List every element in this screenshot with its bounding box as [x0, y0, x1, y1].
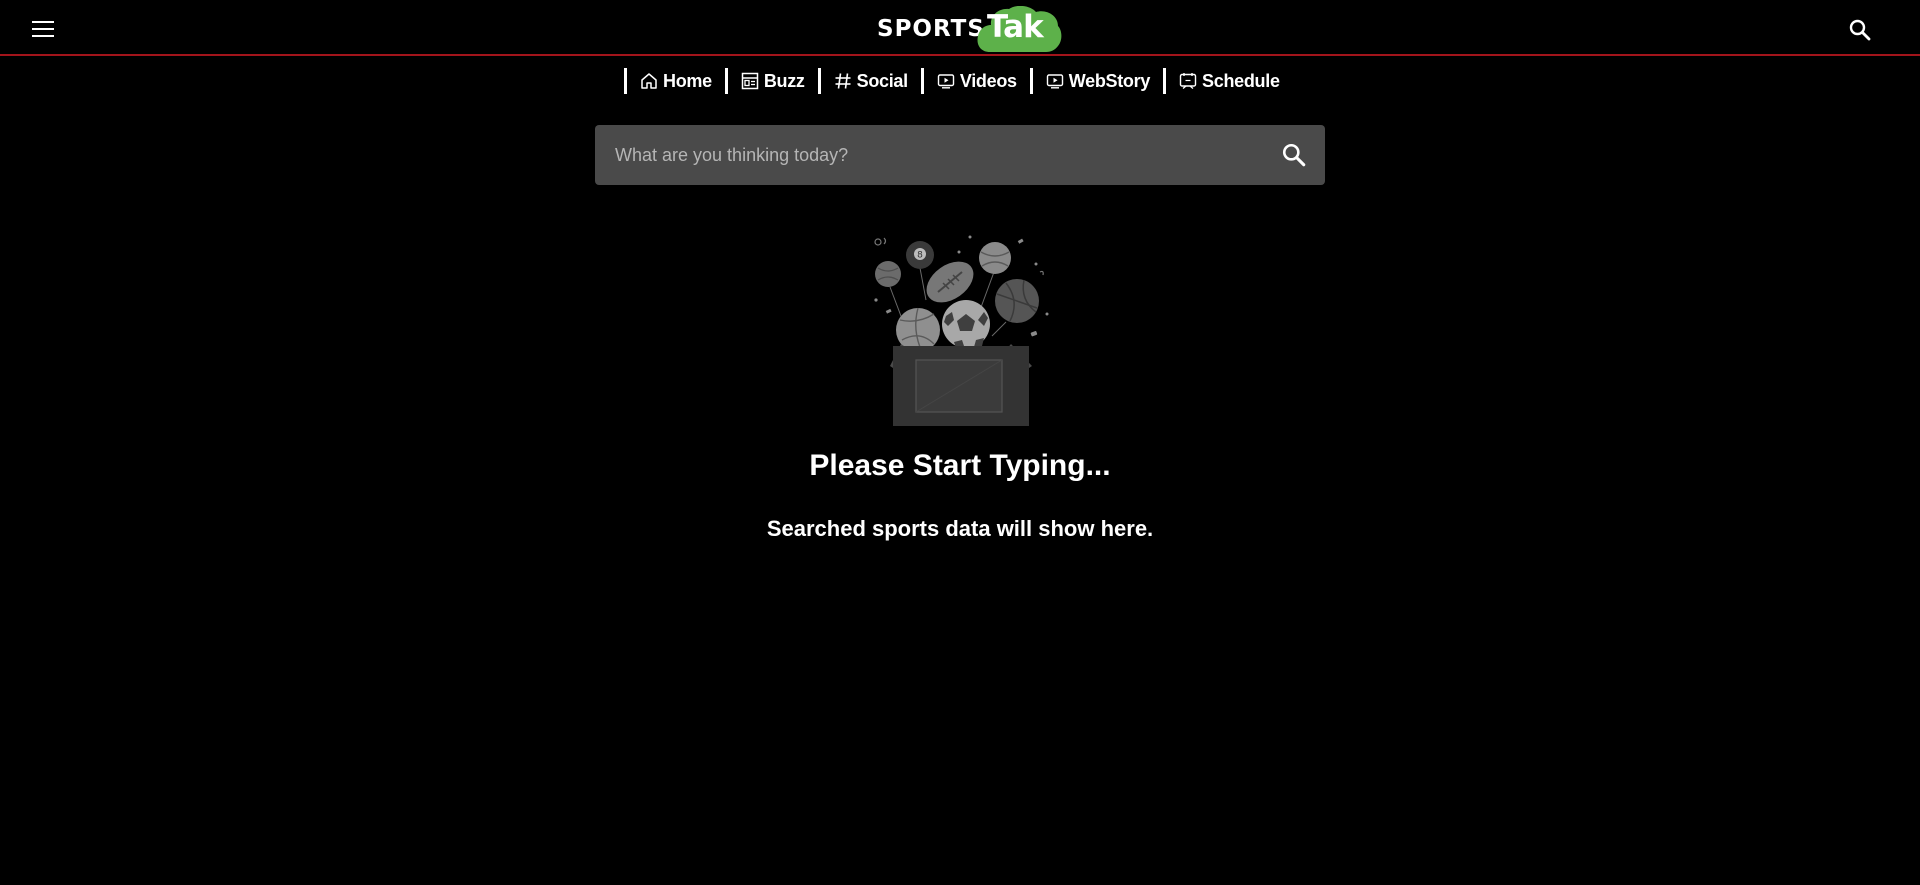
empty-state-title: Please Start Typing... — [809, 449, 1111, 482]
logo-text-sports: SPORTS — [877, 16, 985, 42]
nav-item-buzz[interactable]: Buzz — [741, 66, 805, 96]
nav-divider — [724, 68, 728, 94]
search-icon[interactable] — [1281, 142, 1307, 168]
svg-text:8: 8 — [917, 251, 923, 261]
logo-text-tak: Tak — [987, 9, 1044, 45]
search-icon[interactable] — [1848, 18, 1872, 42]
sports-balls-box-icon: 8 — [874, 235, 1049, 426]
sportstak-logo[interactable]: SPORTS Tak — [877, 6, 1063, 52]
nav-divider — [1029, 68, 1033, 94]
home-icon — [641, 73, 657, 89]
nav-label-schedule: Schedule — [1202, 70, 1280, 91]
main-nav: Home Buzz Social Videos WebStory Schedul… — [624, 66, 1293, 96]
buzz-icon — [741, 72, 759, 90]
nav-divider — [920, 68, 924, 94]
nav-label-buzz: Buzz — [763, 70, 805, 91]
nav-label-videos: Videos — [959, 70, 1017, 91]
nav-label-social: Social — [856, 70, 909, 91]
search-input[interactable] — [595, 125, 1255, 185]
top-header: SPORTS Tak — [0, 0, 1920, 56]
nav-item-schedule[interactable]: Schedule — [1179, 66, 1280, 96]
search-bar — [595, 125, 1325, 185]
nav-divider — [817, 68, 821, 94]
webstory-icon — [1046, 74, 1063, 89]
video-icon — [937, 74, 955, 89]
empty-state-subtitle: Searched sports data will show here. — [766, 516, 1154, 541]
nav-item-social[interactable]: Social — [834, 66, 908, 96]
calendar-icon — [1179, 73, 1197, 89]
nav-item-webstory[interactable]: WebStory — [1046, 66, 1150, 96]
nav-item-home[interactable]: Home — [640, 66, 712, 96]
nav-divider — [1163, 68, 1167, 94]
nav-divider — [624, 68, 627, 94]
hamburger-menu-icon[interactable] — [32, 19, 56, 39]
nav-label-webstory: WebStory — [1068, 70, 1151, 91]
hashtag-icon — [835, 73, 851, 89]
nav-label-home: Home — [663, 70, 712, 91]
nav-item-videos[interactable]: Videos — [937, 66, 1017, 96]
